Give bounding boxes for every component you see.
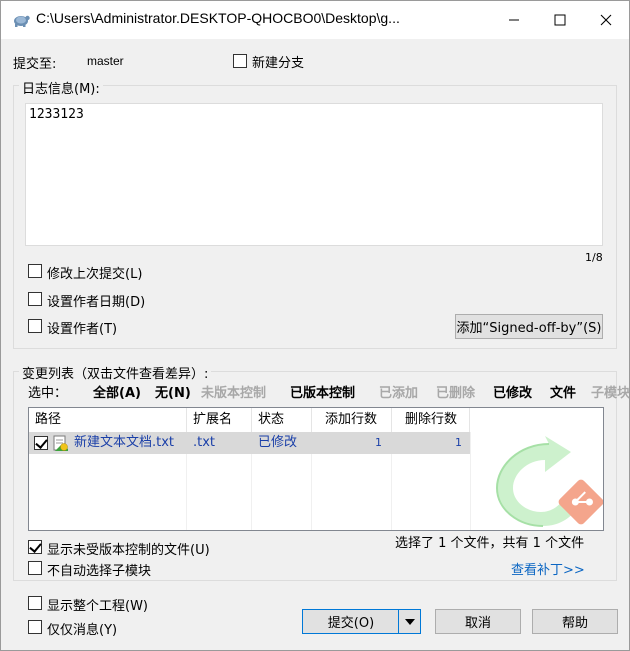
filter-none[interactable]: 无(N) — [155, 382, 191, 401]
column-header-path[interactable]: 路径 — [29, 408, 187, 432]
column-header-extension[interactable]: 扩展名 — [187, 408, 252, 432]
column-header-status[interactable]: 状态 — [252, 408, 312, 432]
changed-files-list[interactable]: 路径 扩展名 状态 添加行数 删除行数 新建文本文档.txt .txt 已修改 … — [28, 407, 604, 531]
set-author-label[interactable]: 设置作者(T) — [47, 318, 117, 337]
select-label: 选中： — [28, 386, 68, 401]
show-untracked-label[interactable]: 显示未受版本控制的文件(U) — [47, 539, 210, 558]
amend-label[interactable]: 修改上次提交(L) — [47, 263, 142, 282]
close-icon — [600, 14, 612, 26]
commit-dialog: C:\Users\Administrator.DESKTOP-QHOCBO0\D… — [0, 0, 630, 651]
commit-message-input[interactable]: 1233123 — [25, 103, 603, 246]
row-deleted-lines: 1 — [455, 436, 462, 449]
filter-versioned[interactable]: 已版本控制 — [290, 382, 355, 401]
new-branch-checkbox[interactable] — [233, 54, 247, 68]
filter-deleted[interactable]: 已删除 — [436, 382, 475, 401]
row-extension: .txt — [193, 435, 216, 450]
cancel-button[interactable]: 取消 — [435, 609, 521, 634]
set-author-date-checkbox[interactable] — [28, 292, 42, 306]
set-author-checkbox[interactable] — [28, 319, 42, 333]
maximize-button[interactable] — [537, 1, 583, 39]
show-whole-project-label[interactable]: 显示整个工程(W) — [47, 595, 148, 614]
amend-checkbox[interactable] — [28, 264, 42, 278]
commit-to-label: 提交至: — [13, 57, 57, 72]
table-row[interactable]: 新建文本文档.txt .txt 已修改 1 1 — [29, 432, 470, 454]
message-label: 日志信息(M): — [19, 78, 103, 97]
message-line-counter: 1/8 — [585, 251, 603, 264]
help-button[interactable]: 帮助 — [532, 609, 618, 634]
filter-added[interactable]: 已添加 — [379, 382, 418, 401]
show-untracked-checkbox[interactable] — [28, 540, 42, 554]
commit-dropdown-button[interactable] — [398, 609, 421, 634]
row-status: 已修改 — [258, 435, 298, 450]
minimize-icon — [509, 19, 519, 21]
filter-submodules[interactable]: 子模块 — [591, 382, 629, 400]
maximize-icon — [554, 14, 566, 26]
window-title: C:\Users\Administrator.DESKTOP-QHOCBO0\D… — [36, 10, 400, 26]
show-whole-project-checkbox[interactable] — [28, 596, 42, 610]
tortoisegit-app-icon — [14, 15, 30, 27]
title-bar[interactable]: C:\Users\Administrator.DESKTOP-QHOCBO0\D… — [1, 1, 629, 39]
branch-name: master — [87, 54, 124, 68]
message-only-label[interactable]: 仅仅消息(Y) — [47, 619, 117, 638]
filter-unversioned[interactable]: 未版本控制 — [201, 382, 266, 401]
filter-all[interactable]: 全部(A) — [93, 382, 141, 401]
set-author-date-label[interactable]: 设置作者日期(D) — [47, 291, 145, 310]
no-auto-submodule-label[interactable]: 不自动选择子模块 — [47, 560, 151, 579]
filter-files[interactable]: 文件 — [550, 382, 576, 401]
tortoisegit-watermark-logo — [495, 436, 603, 527]
text-file-icon — [53, 435, 68, 451]
filter-submodules-clip: 子模块 — [591, 382, 629, 400]
filter-modified[interactable]: 已修改 — [493, 382, 532, 401]
row-path: 新建文本文档.txt — [74, 435, 175, 450]
minimize-button[interactable] — [491, 1, 537, 39]
message-only-checkbox[interactable] — [28, 620, 42, 634]
no-auto-submodule-checkbox[interactable] — [28, 561, 42, 575]
view-patch-link[interactable]: 查看补丁>> — [511, 559, 585, 578]
changes-label: 变更列表（双击文件查看差异）: — [19, 363, 212, 382]
commit-button[interactable]: 提交(O) — [302, 609, 399, 634]
column-header-added-lines[interactable]: 添加行数 — [312, 408, 392, 432]
close-button[interactable] — [583, 1, 629, 39]
row-checkbox[interactable] — [34, 436, 48, 450]
new-branch-label[interactable]: 新建分支 — [252, 52, 304, 71]
row-added-lines: 1 — [375, 436, 382, 449]
signed-off-by-button[interactable]: 添加“Signed-off-by”(S) — [455, 314, 603, 339]
selection-summary: 选择了 1 个文件，共有 1 个文件 — [395, 536, 585, 551]
chevron-down-icon — [404, 618, 415, 625]
column-header-deleted-lines[interactable]: 删除行数 — [392, 408, 470, 432]
